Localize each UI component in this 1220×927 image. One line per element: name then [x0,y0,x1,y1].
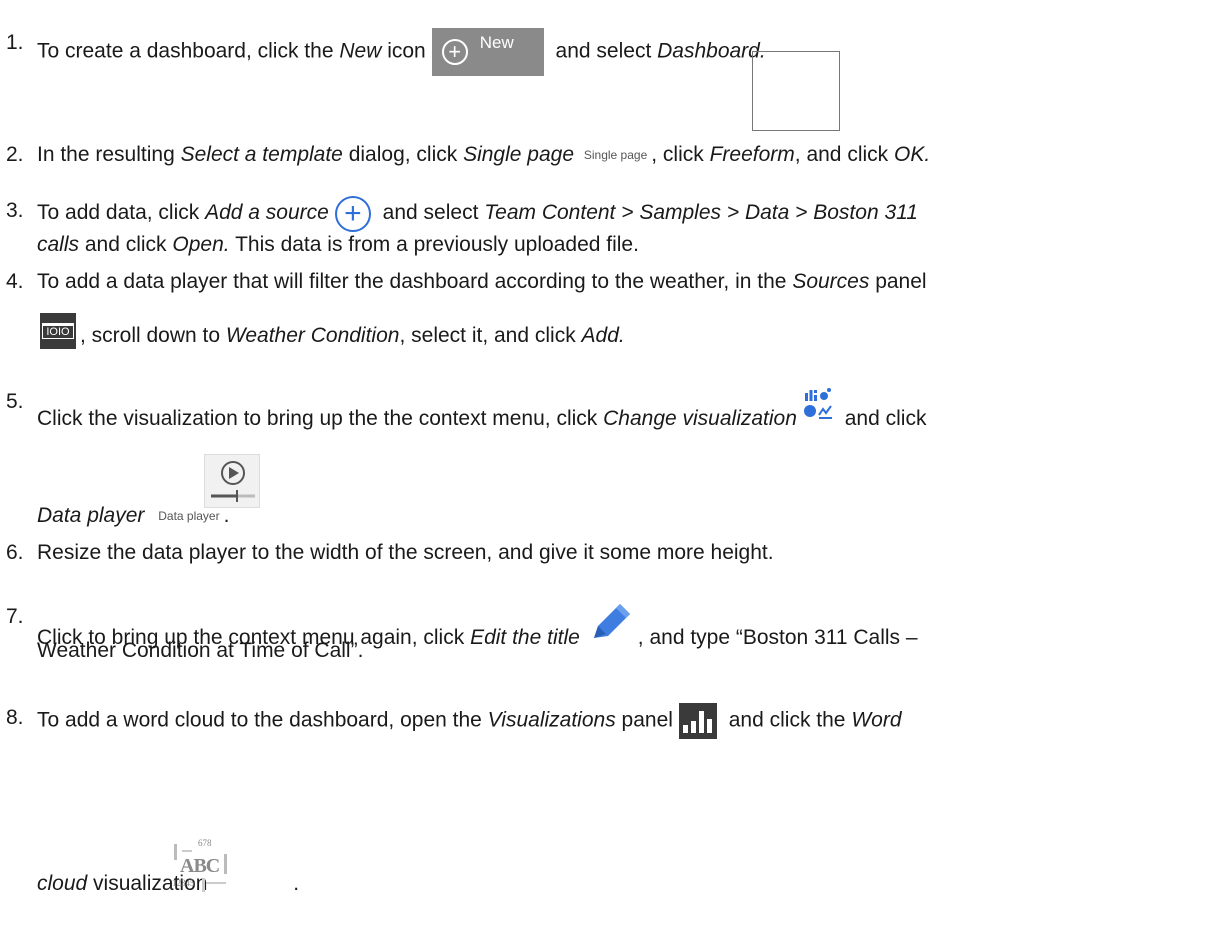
word-cloud-icon[interactable]: 678 ABC 12345 [172,838,234,900]
step-text: To create a dashboard, click the New ico… [37,28,766,76]
change-visualization-icon[interactable] [801,387,835,421]
single-page-template-icon[interactable] [752,51,840,131]
step-number: 2. [6,143,24,166]
step-text: To add a word cloud to the dashboard, op… [37,703,902,739]
step-text: To add a data player that will filter th… [37,270,927,293]
plus-icon: + [441,39,468,65]
visualizations-panel-icon[interactable] [678,703,717,739]
single-page-caption: Single page [583,148,648,163]
new-button-label: New [479,33,514,52]
step-text-line-2: Data player Data player. [37,504,230,527]
step-text: In the resulting Select a template dialo… [37,143,931,166]
sources-panel-icon[interactable]: IOIO [40,313,76,349]
new-button[interactable]: + New [431,28,544,76]
step-text-line-2: calls and click Open. This data is from … [37,233,639,256]
step-number: 1. [6,31,24,54]
step-text: Click the visualization to bring up the … [37,387,926,434]
step-number: 6. [6,541,24,564]
step-number: 5. [6,390,24,413]
data-player-icon[interactable] [204,454,260,508]
step-number: 4. [6,270,24,293]
step-text: To add data, click Add a source + and sel… [37,196,918,232]
edit-title-pencil-icon[interactable] [586,602,632,642]
add-source-icon[interactable]: + [334,196,371,232]
step-number: 3. [6,199,24,222]
step-text-line-2: , scroll down to Weather Condition, sele… [80,324,625,347]
step-text-line-2: cloud visualization . [37,872,300,895]
step-text: Resize the data player to the width of t… [37,541,774,564]
data-player-caption: Data player [158,509,220,524]
step-text-line-2: Weather Condition at Time of Call”. [37,639,364,662]
step-number: 7. [6,605,24,628]
step-number: 8. [6,706,24,729]
